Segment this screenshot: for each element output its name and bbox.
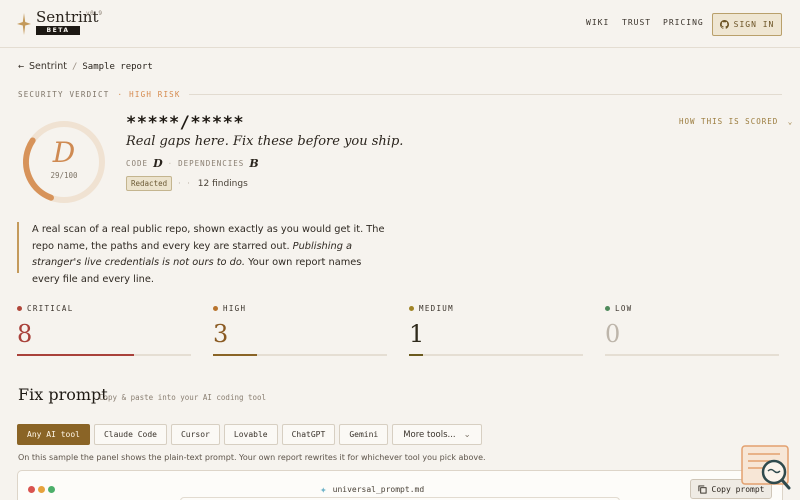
- beta-badge: BETA: [36, 26, 80, 35]
- severity-label: HIGH: [223, 304, 247, 313]
- fix-prompt-subtitle: Copy & paste into your AI coding tool: [99, 393, 267, 402]
- grade-score: 29/100: [50, 171, 78, 180]
- breadcrumb-separator: /: [71, 61, 78, 72]
- low-dot-icon: [605, 306, 610, 311]
- severity-label: MEDIUM: [419, 304, 454, 313]
- breadcrumb-root[interactable]: Sentrint: [29, 61, 67, 72]
- severity-count: 1: [409, 320, 425, 348]
- severity-bar-fill: [409, 354, 423, 356]
- sign-in-button[interactable]: SIGN IN: [712, 13, 782, 36]
- copy-icon: [697, 484, 707, 494]
- severity-bar-fill: [213, 354, 257, 356]
- prompt-file-name: universal_prompt.md: [332, 485, 425, 494]
- breadcrumb: ← Sentrint / Sample report: [18, 61, 153, 72]
- fix-prompt-note: On this sample the panel shows the plain…: [18, 453, 486, 462]
- severity-bar-track: [17, 354, 191, 356]
- redacted-badge: Redacted: [126, 176, 173, 191]
- prompt-file: ✦ universal_prompt.md: [320, 483, 424, 496]
- tool-any-ai[interactable]: Any AI tool: [17, 424, 90, 445]
- prompt-panel: ✦ universal_prompt.md Copy prompt: [17, 470, 783, 500]
- chat-widget-icon[interactable]: [740, 444, 792, 492]
- code-label: CODE: [126, 159, 149, 168]
- nav-wiki[interactable]: WIKI: [586, 18, 609, 27]
- report-tagline: Real gaps here. Fix these before you shi…: [126, 134, 404, 149]
- severity-bar-fill: [17, 354, 134, 356]
- dependencies-grade: B: [249, 157, 259, 170]
- verdict-label: SECURITY VERDICT: [18, 89, 110, 99]
- top-header: Sentrint v0.9 BETA WIKI TRUST PRICING SI…: [0, 0, 800, 48]
- version-label: v0.9: [86, 10, 103, 17]
- divider: [188, 93, 782, 95]
- fix-prompt-title: Fix prompt: [18, 385, 108, 404]
- severity-count: 3: [213, 320, 229, 348]
- high-dot-icon: [213, 306, 218, 311]
- severity-critical[interactable]: CRITICAL 8: [17, 304, 191, 356]
- severity-high[interactable]: HIGH 3: [213, 304, 387, 356]
- tool-claude-code[interactable]: Claude Code: [93, 424, 167, 445]
- repo-name: *****/*****: [126, 113, 245, 133]
- sign-in-label: SIGN IN: [733, 20, 775, 29]
- severity-bar-track: [605, 354, 779, 356]
- back-arrow-icon[interactable]: ←: [18, 61, 24, 72]
- findings-count: 12 findings: [197, 178, 248, 189]
- tool-chatgpt[interactable]: ChatGPT: [281, 424, 336, 445]
- medium-dot-icon: [409, 306, 414, 311]
- grade-letter: D: [52, 136, 76, 169]
- how-scored-toggle[interactable]: HOW THIS IS SCORED ⌄: [679, 117, 793, 126]
- critical-dot-icon: [17, 306, 22, 311]
- sample-explanation: A real scan of a real public repo, shown…: [17, 222, 387, 285]
- breadcrumb-current: Sample report: [82, 61, 153, 72]
- logo-icon[interactable]: [17, 13, 31, 35]
- severity-low[interactable]: LOW 0: [605, 304, 779, 356]
- tool-selector: Any AI tool Claude Code Cursor Lovable C…: [17, 424, 482, 445]
- grade-separator: ·: [167, 159, 174, 168]
- severity-bar-track: [213, 354, 387, 356]
- severity-bar-track: [409, 354, 583, 356]
- tool-cursor[interactable]: Cursor: [170, 424, 220, 445]
- tool-lovable[interactable]: Lovable: [223, 424, 278, 445]
- tool-gemini[interactable]: Gemini: [339, 424, 389, 445]
- window-dot-green-icon: [48, 486, 55, 493]
- nav-pricing[interactable]: PRICING: [663, 18, 704, 27]
- severity-count: 8: [17, 320, 33, 348]
- severity-label: LOW: [615, 304, 633, 313]
- how-scored-label: HOW THIS IS SCORED: [679, 117, 779, 126]
- github-icon: [719, 20, 729, 29]
- severity-count: 0: [605, 320, 621, 348]
- meta-separator: · ·: [178, 179, 192, 188]
- more-tools-select[interactable]: More tools... ⌄: [392, 424, 482, 445]
- code-grade: D: [153, 157, 163, 170]
- more-tools-label: More tools...: [403, 429, 456, 440]
- report-meta: Redacted · · 12 findings: [126, 176, 248, 191]
- window-dot-yellow-icon: [38, 486, 45, 493]
- severity-medium[interactable]: MEDIUM 1: [409, 304, 583, 356]
- verdict-separator: ·: [117, 89, 124, 99]
- sparkle-icon: ✦: [320, 483, 327, 496]
- verdict-risk: HIGH RISK: [129, 89, 181, 99]
- dependencies-label: DEPENDENCIES: [178, 159, 245, 168]
- nav-trust[interactable]: TRUST: [622, 18, 651, 27]
- sub-grades: CODE D · DEPENDENCIES B: [126, 157, 259, 170]
- window-dot-red-icon: [28, 486, 35, 493]
- chevron-down-icon: ⌄: [463, 429, 471, 440]
- chevron-down-icon: ⌄: [787, 117, 794, 126]
- severity-label: CRITICAL: [27, 304, 74, 313]
- verdict-row: SECURITY VERDICT · HIGH RISK: [18, 88, 782, 100]
